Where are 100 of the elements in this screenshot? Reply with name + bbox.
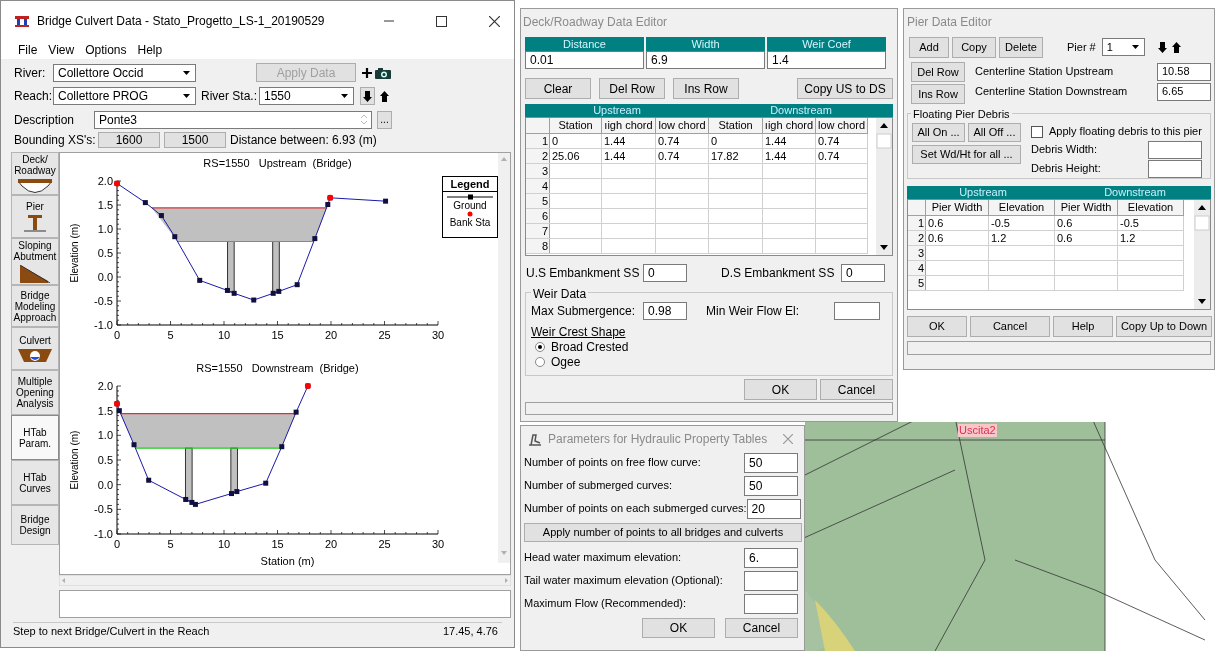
table-cell[interactable]: 0 [550, 134, 602, 148]
ok-button[interactable]: OK [642, 618, 715, 638]
radio-button[interactable] [535, 356, 545, 367]
table-cell[interactable]: 0 [709, 134, 763, 148]
table-cell[interactable]: 25.06 [550, 149, 602, 163]
add-button[interactable]: Add [909, 36, 949, 58]
table-cell[interactable]: -0.5 [1118, 216, 1184, 230]
up-arrow-icon[interactable] [380, 90, 389, 102]
table-cell[interactable]: 0.6 [1055, 231, 1118, 245]
cancel-button[interactable]: Cancel [725, 618, 798, 638]
column-header[interactable]: Elevation [1118, 200, 1184, 215]
number-field[interactable]: 50 [744, 452, 798, 473]
all-off-button[interactable]: All Off ... [968, 123, 1021, 142]
table-cell[interactable]: 17.82 [709, 149, 763, 163]
browse-button[interactable]: ... [377, 110, 392, 129]
editor-tab[interactable]: Multiple Opening Analysis [11, 370, 59, 415]
reach-dropdown[interactable]: Collettore PROG [53, 87, 196, 105]
table-cell[interactable]: 1.2 [1118, 231, 1184, 245]
elevation-field[interactable]: 6. [744, 547, 798, 568]
camera-icon[interactable] [375, 66, 391, 79]
downstream-xs-button[interactable]: 1500 [164, 132, 226, 148]
max-submergence-field[interactable]: 0.98 [643, 302, 687, 320]
column-header[interactable]: Pier Width [926, 200, 989, 215]
checkbox[interactable] [1031, 125, 1043, 138]
pier-number-dropdown[interactable]: 1 [1101, 38, 1145, 56]
value-field[interactable]: 0.01 [525, 51, 644, 69]
value-field[interactable]: 6.9 [646, 51, 765, 69]
centerline-downstream-field[interactable]: 6.65 [1157, 82, 1211, 101]
table-cell[interactable]: 1.44 [763, 134, 816, 148]
horizontal-scrollbar[interactable] [59, 575, 511, 586]
table-cell[interactable]: 1.44 [602, 149, 656, 163]
up-arrow-icon[interactable] [1171, 41, 1181, 53]
vertical-scrollbar[interactable] [876, 118, 892, 255]
help-button[interactable]: Help [1053, 316, 1113, 337]
editor-tab[interactable]: Bridge Design [11, 505, 59, 545]
cancel-button[interactable]: Cancel [970, 316, 1050, 337]
table-cell[interactable]: 0.74 [656, 134, 709, 148]
table-cell[interactable]: 0.6 [926, 216, 989, 230]
down-arrow-icon[interactable] [1157, 41, 1167, 53]
table-cell[interactable]: 1.44 [763, 149, 816, 163]
editor-tab[interactable]: Deck/ Roadway [11, 152, 59, 195]
number-field[interactable]: 20 [746, 498, 801, 519]
editor-tab[interactable]: HTab Curves [11, 460, 59, 505]
debris-width-field[interactable] [1148, 140, 1202, 159]
vertical-scrollbar[interactable] [498, 153, 510, 563]
table-cell[interactable]: 1.44 [602, 134, 656, 148]
delete-row-button[interactable]: Del Row [599, 78, 665, 99]
table-cell[interactable]: 0.6 [1055, 216, 1118, 230]
vertical-scrollbar[interactable] [1194, 200, 1210, 309]
clear-button[interactable]: Clear [525, 78, 591, 99]
column-header[interactable]: ıigh chord [763, 118, 816, 133]
river-station-dropdown[interactable]: 1550 [259, 87, 354, 105]
table-cell[interactable]: 0.74 [816, 134, 868, 148]
embankment-field[interactable]: 0 [841, 264, 885, 282]
column-header[interactable]: low chord [656, 118, 709, 133]
close-icon[interactable] [489, 15, 500, 27]
insert-row-button[interactable]: Ins Row [911, 84, 965, 104]
elevation-field[interactable] [744, 593, 798, 614]
editor-tab[interactable]: Culvert [11, 327, 59, 370]
radio-option[interactable]: Ogee [531, 354, 887, 369]
menu-item[interactable]: File [18, 41, 38, 59]
checkbox-option[interactable]: Apply floating debris to this pier [1031, 123, 1202, 141]
all-on-button[interactable]: All On ... [912, 123, 965, 142]
upstream-xs-button[interactable]: 1600 [98, 132, 160, 148]
column-header[interactable]: Pier Width [1055, 200, 1118, 215]
menu-item[interactable]: Help [137, 41, 163, 59]
river-dropdown[interactable]: Collettore Occid [53, 63, 196, 82]
editor-tab[interactable]: Pier [11, 195, 59, 238]
menu-item[interactable]: Options [85, 41, 127, 59]
next-down-button[interactable] [360, 87, 375, 105]
copy-us-to-ds-button[interactable]: Copy US to DS [797, 78, 893, 99]
column-header[interactable]: ıigh chord [602, 118, 656, 133]
copy-up-to-down-button[interactable]: Copy Up to Down [1116, 316, 1212, 337]
elevation-field[interactable] [744, 570, 798, 591]
editor-tab[interactable]: Bridge Modeling Approach [11, 285, 59, 327]
ok-button[interactable]: OK [744, 379, 817, 400]
plus-icon[interactable] [361, 66, 373, 79]
number-field[interactable]: 50 [744, 475, 798, 496]
set-all-button[interactable]: Set Wd/Ht for all ... [912, 145, 1021, 164]
cancel-button[interactable]: Cancel [820, 379, 893, 400]
value-field[interactable]: 1.4 [767, 51, 886, 69]
table-cell[interactable]: 1.2 [989, 231, 1055, 245]
table-cell[interactable]: 0.74 [816, 149, 868, 163]
table-cell[interactable]: 0.74 [656, 149, 709, 163]
centerline-upstream-field[interactable]: 10.58 [1157, 62, 1211, 81]
table-cell[interactable]: 0.6 [926, 231, 989, 245]
radio-option[interactable]: Broad Crested [531, 339, 887, 354]
insert-row-button[interactable]: Ins Row [673, 78, 739, 99]
delete-row-button[interactable]: Del Row [911, 62, 965, 82]
editor-tab[interactable]: HTab Param. [11, 415, 59, 460]
description-field[interactable]: Ponte3 [94, 110, 372, 129]
maximize-icon[interactable] [436, 15, 447, 27]
column-header[interactable]: low chord [816, 118, 868, 133]
table-cell[interactable]: -0.5 [989, 216, 1055, 230]
column-header[interactable]: Station [550, 118, 602, 133]
delete-button[interactable]: Delete [999, 36, 1043, 58]
editor-tab[interactable]: Sloping Abutment [11, 238, 59, 285]
copy-button[interactable]: Copy [952, 36, 996, 58]
radio-button[interactable] [535, 341, 545, 352]
min-weir-flow-field[interactable] [834, 302, 880, 320]
